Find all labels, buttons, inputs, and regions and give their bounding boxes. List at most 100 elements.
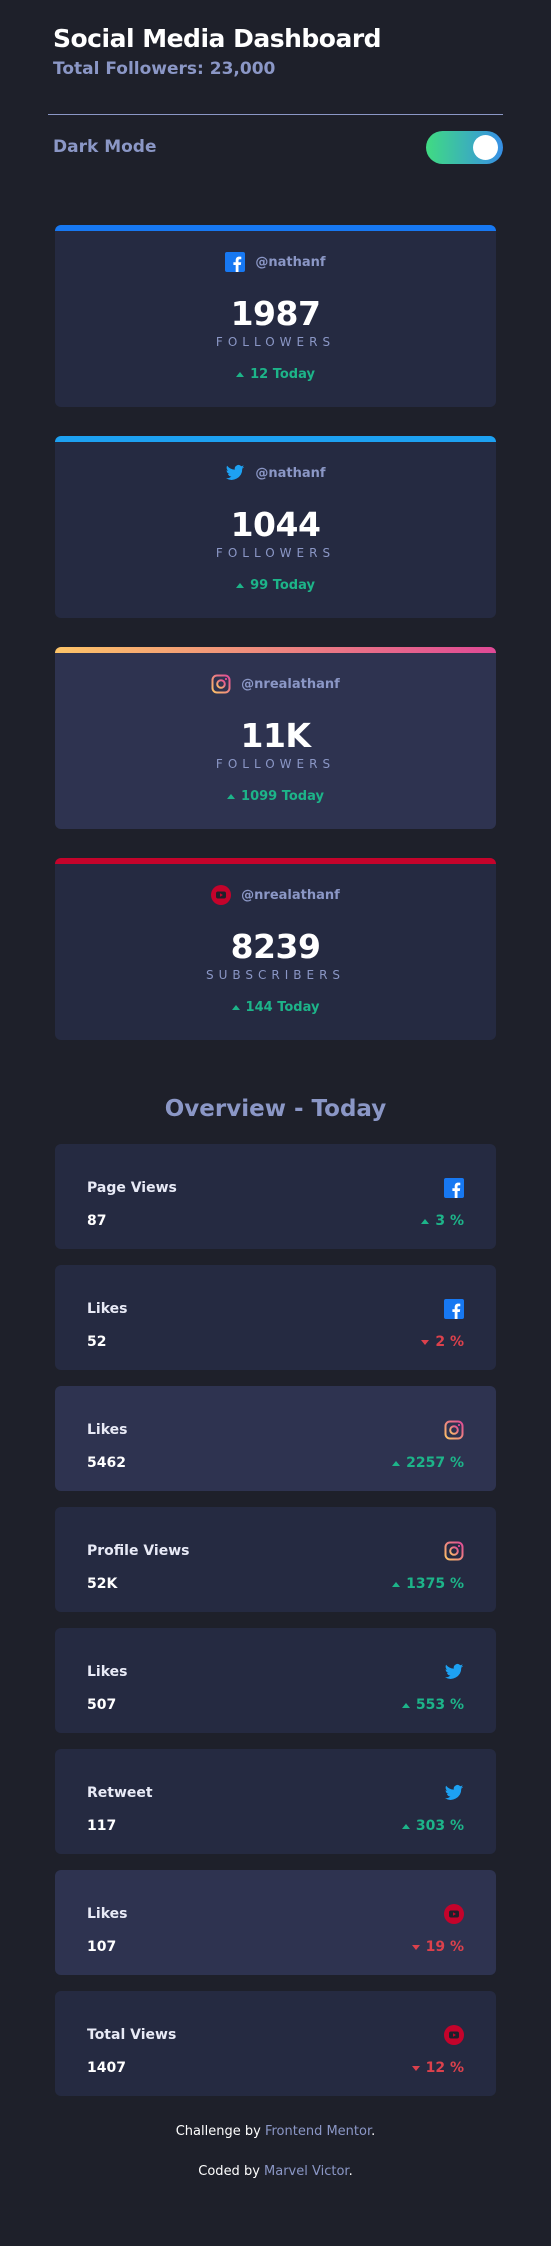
arrow-down-icon [411, 1944, 420, 1950]
card-change-row: 99 Today [236, 578, 315, 593]
arrow-up-icon [236, 372, 245, 377]
youtube-icon [444, 2025, 464, 2045]
overview-label: Page Views [87, 1180, 177, 1196]
card-handle-row: @nrealathanf [211, 885, 340, 905]
overview-card[interactable]: Likes 107 19 % [55, 1870, 496, 1975]
arrow-up-icon [227, 794, 236, 799]
overview-change: 2257 % [392, 1455, 464, 1471]
toggle-knob[interactable] [473, 134, 498, 160]
overview-value: 507 [87, 1697, 117, 1713]
facebook-icon [225, 252, 246, 272]
card-topbar [55, 858, 496, 864]
arrow-up-icon [401, 1823, 410, 1829]
overview-value: 87 [87, 1213, 107, 1229]
author-link[interactable]: Marvel Victor [264, 2164, 349, 2179]
card-change-row: 144 Today [231, 1000, 320, 1015]
card-count: 8239 [230, 927, 321, 966]
overview-card[interactable]: Retweet 117 303 % [55, 1749, 496, 1854]
frontend-mentor-link[interactable]: Frontend Mentor [265, 2124, 371, 2139]
overview-label: Retweet [87, 1785, 153, 1801]
card-handle-row: @nrealathanf [211, 674, 340, 694]
overview-value: 52 [87, 1334, 107, 1350]
footer-text: . [371, 2124, 376, 2139]
card-facebook[interactable]: @nathanf 1987 FOLLOWERS 12 Today [55, 225, 496, 407]
card-change-row: 12 Today [236, 367, 315, 382]
facebook-icon [444, 1299, 464, 1319]
card-instagram[interactable]: @nrealathanf 11K FOLLOWERS 1099 Today [55, 647, 496, 829]
overview-change: 19 % [411, 1939, 464, 1955]
card-unit: FOLLOWERS [215, 757, 336, 771]
overview-card[interactable]: Likes 52 2 % [55, 1265, 496, 1370]
card-unit: SUBSCRIBERS [205, 968, 346, 982]
card-topbar [55, 436, 496, 442]
arrow-up-icon [392, 1460, 401, 1466]
arrow-down-icon [411, 2065, 420, 2071]
overview-value: 117 [87, 1818, 117, 1834]
overview-card[interactable]: Profile Views 52K 1375 % [55, 1507, 496, 1612]
overview-card[interactable]: Likes 507 553 % [55, 1628, 496, 1733]
overview-pct: 553 % [415, 1697, 464, 1713]
card-change: 144 Today [245, 1000, 320, 1015]
youtube-icon [444, 1904, 464, 1924]
follower-cards: @nathanf 1987 FOLLOWERS 12 Today @nathan… [0, 179, 551, 1040]
mode-row: Dark Mode [0, 115, 551, 179]
arrow-up-icon [236, 583, 245, 588]
overview-label: Likes [87, 1906, 128, 1922]
overview-card[interactable]: Total Views 1407 12 % [55, 1991, 496, 2096]
card-handle-row: @nathanf [225, 252, 326, 272]
overview-change: 3 % [421, 1213, 464, 1229]
card-topbar [55, 225, 496, 231]
card-youtube[interactable]: @nrealathanf 8239 SUBSCRIBERS 144 Today [55, 858, 496, 1040]
overview-value: 52K [87, 1576, 118, 1592]
footer: Challenge by Frontend Mentor. Coded by M… [0, 2112, 551, 2192]
card-change: 99 Today [250, 578, 315, 593]
overview-label: Likes [87, 1664, 128, 1680]
twitter-icon [225, 463, 245, 483]
overview-pct: 303 % [415, 1818, 464, 1834]
overview-card[interactable]: Likes 5462 2257 % [55, 1386, 496, 1491]
card-handle-row: @nathanf [225, 463, 326, 483]
card-unit: FOLLOWERS [215, 546, 336, 560]
card-handle: @nrealathanf [241, 887, 340, 903]
overview-change: 1375 % [392, 1576, 464, 1592]
overview-pct: 12 % [425, 2060, 464, 2076]
overview-pct: 3 % [435, 1213, 464, 1229]
header: Social Media Dashboard Total Followers: … [0, 0, 551, 114]
arrow-up-icon [401, 1702, 410, 1708]
card-change-row: 1099 Today [227, 789, 324, 804]
footer-text: Challenge by [175, 2124, 265, 2139]
facebook-icon [444, 1178, 464, 1198]
page-title: Social Media Dashboard [53, 24, 382, 53]
card-count: 1987 [230, 294, 321, 333]
arrow-up-icon [392, 1581, 401, 1587]
twitter-icon [444, 1662, 464, 1682]
instagram-icon [211, 674, 231, 694]
footer-text: . [348, 2164, 353, 2179]
dark-mode-toggle[interactable] [426, 130, 503, 164]
overview-title: Overview - Today [164, 1096, 387, 1122]
card-twitter[interactable]: @nathanf 1044 FOLLOWERS 99 Today [55, 436, 496, 618]
card-change: 12 Today [250, 367, 315, 382]
card-unit: FOLLOWERS [215, 335, 336, 349]
card-change: 1099 Today [241, 789, 324, 804]
arrow-down-icon [421, 1339, 430, 1345]
overview-change: 2 % [421, 1334, 464, 1350]
overview-label: Total Views [87, 2027, 177, 2043]
overview-pct: 2257 % [406, 1455, 464, 1471]
youtube-icon [211, 885, 232, 905]
overview-card[interactable]: Page Views 87 3 % [55, 1144, 496, 1249]
arrow-up-icon [231, 1005, 240, 1010]
footer-text: Coded by [198, 2164, 265, 2179]
instagram-icon [444, 1420, 464, 1440]
overview-pct: 1375 % [406, 1576, 464, 1592]
overview-value: 107 [87, 1939, 117, 1955]
overview-value: 5462 [87, 1455, 126, 1471]
overview-change: 12 % [411, 2060, 464, 2076]
card-handle: @nathanf [255, 465, 326, 481]
total-followers: Total Followers: 23,000 [53, 59, 276, 79]
footer-challenge: Challenge by Frontend Mentor. [0, 2112, 551, 2152]
overview-change: 303 % [401, 1818, 464, 1834]
overview-label: Profile Views [87, 1543, 190, 1559]
overview-pct: 2 % [435, 1334, 464, 1350]
card-count: 1044 [230, 505, 321, 544]
